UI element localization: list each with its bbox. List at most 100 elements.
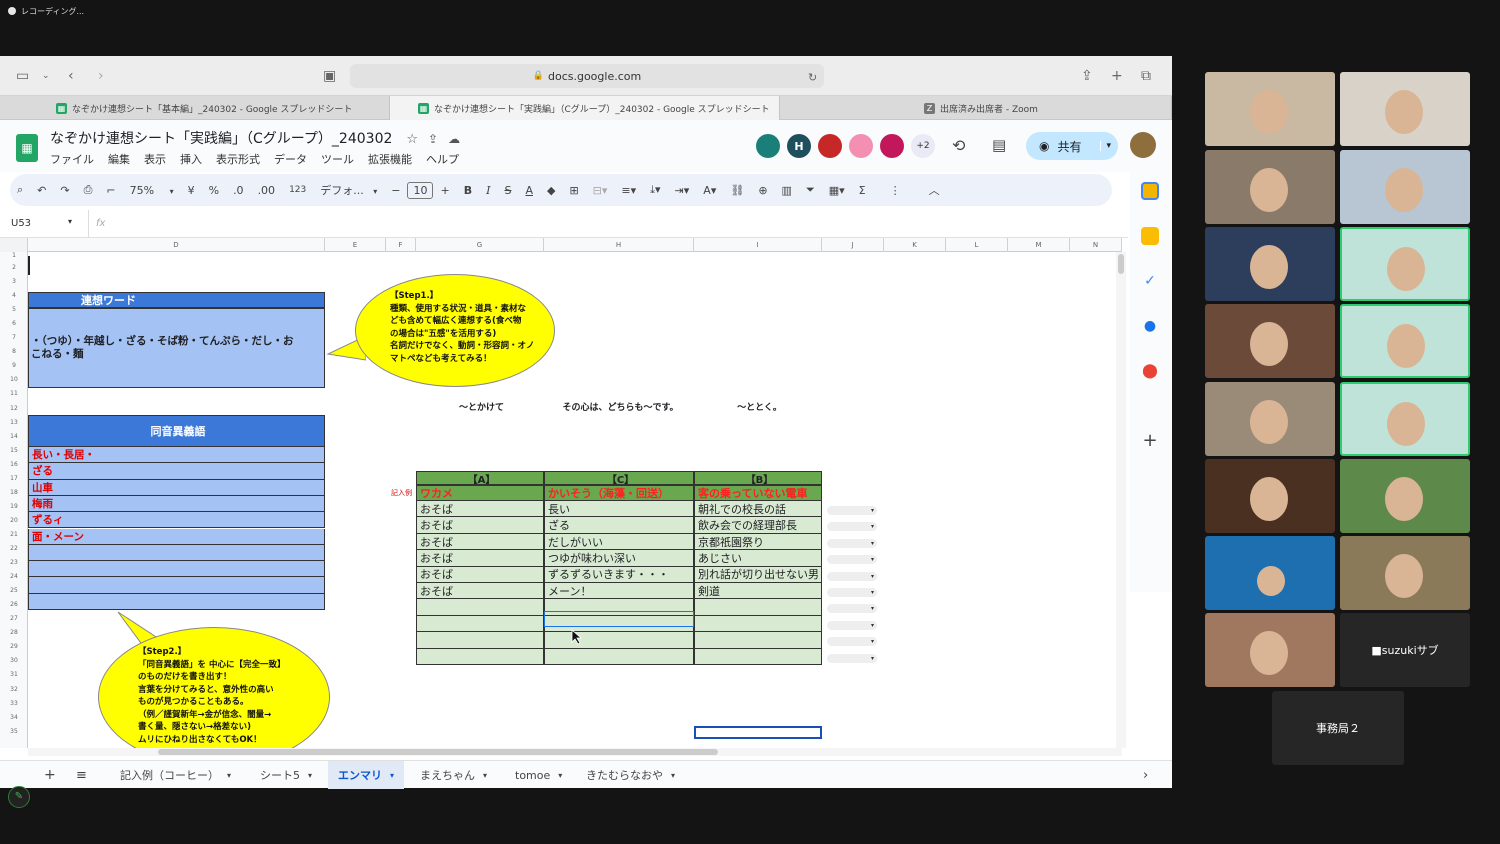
tab-overview-icon[interactable]: ⧉: [1141, 68, 1151, 84]
insert-link-icon[interactable]: ⛓: [723, 184, 751, 197]
more-formats-button[interactable]: 123: [282, 185, 313, 195]
menu-format[interactable]: 表示形式: [216, 151, 260, 167]
edit-pencil-icon[interactable]: ✎: [8, 786, 30, 808]
dropdown-chip[interactable]: ▾: [827, 653, 877, 663]
table-cell[interactable]: [694, 615, 822, 633]
homonym-row[interactable]: 面・メーン: [28, 528, 325, 545]
redo-icon[interactable]: ↷: [53, 184, 76, 197]
get-addons-icon[interactable]: +: [1141, 432, 1159, 450]
tab-practice-sheet[interactable]: ▦ なぞかけ連想シート「実践編」（Cグループ）_240302 - Google ス…: [390, 96, 780, 120]
table-cell[interactable]: あじさい: [694, 550, 822, 567]
search-icon[interactable]: ⌕: [10, 183, 30, 197]
menu-file[interactable]: ファイル: [50, 151, 94, 167]
filter-views-icon[interactable]: ▦▾: [822, 184, 852, 197]
sheet-grid[interactable]: 連想ワード ・（つゆ）・年越し・ざる・そば粉・てんぷら・だし・お こねる・麺 【…: [28, 252, 1122, 748]
collaborator-avatar[interactable]: [880, 134, 904, 158]
move-icon[interactable]: ⇪: [428, 132, 438, 146]
new-tab-icon[interactable]: +: [1111, 68, 1123, 84]
menu-insert[interactable]: 挿入: [180, 151, 202, 167]
sheet-tab[interactable]: まえちゃん ▾: [410, 761, 497, 789]
address-bar[interactable]: 🔒 docs.google.com: [350, 64, 824, 88]
table-cell[interactable]: [416, 599, 544, 616]
all-sheets-icon[interactable]: ≡: [76, 761, 87, 789]
share-button[interactable]: ◉ 共有 ▾: [1026, 132, 1118, 160]
calendar-icon[interactable]: [1141, 182, 1159, 200]
collaborator-avatar[interactable]: H: [787, 134, 811, 158]
table-cell[interactable]: [694, 599, 822, 616]
filter-icon[interactable]: ⏷: [799, 183, 822, 197]
chevron-down-icon[interactable]: ▾: [227, 771, 231, 780]
comment-icon[interactable]: ▤: [992, 136, 1006, 154]
homonym-row[interactable]: [28, 544, 325, 562]
selected-cell[interactable]: [544, 611, 694, 627]
menu-tools[interactable]: ツール: [321, 151, 354, 167]
column-header-cell[interactable]: L: [946, 238, 1008, 252]
homonym-row[interactable]: 梅雨: [28, 495, 325, 513]
homonym-row[interactable]: [28, 561, 325, 578]
more-icon[interactable]: ⋮: [883, 184, 908, 197]
participant-video[interactable]: [1205, 382, 1335, 456]
sheet-tab[interactable]: きたむらなおや ▾: [576, 761, 685, 789]
table-header-c[interactable]: 【C】: [544, 471, 694, 485]
column-header-cell[interactable]: K: [884, 238, 946, 252]
row-header-cell[interactable]: 1: [0, 252, 28, 260]
menu-view[interactable]: 表示: [144, 151, 166, 167]
share-dropdown-icon[interactable]: ▾: [1099, 141, 1111, 151]
font-size-increase-icon[interactable]: +: [433, 184, 456, 197]
contacts-icon[interactable]: ●: [1141, 317, 1159, 335]
collaborator-avatar[interactable]: [849, 134, 873, 158]
column-header-cell[interactable]: I: [694, 238, 822, 252]
name-box-dropdown-icon[interactable]: ▾: [68, 217, 72, 226]
participant-video[interactable]: [1205, 304, 1335, 378]
row-header-cell[interactable]: 35: [0, 724, 28, 740]
currency-button[interactable]: ¥: [181, 184, 202, 197]
table-cell[interactable]: [694, 648, 822, 665]
participant-video[interactable]: [1340, 536, 1470, 610]
table-cell[interactable]: おそば: [416, 501, 544, 518]
column-header-cell[interactable]: H: [544, 238, 694, 252]
add-sheet-icon[interactable]: +: [44, 761, 56, 789]
example-cell[interactable]: ワカメ: [416, 485, 544, 501]
example-cell[interactable]: かいそう（海藻・回送）: [544, 485, 694, 501]
table-cell[interactable]: おそば: [416, 583, 544, 600]
scroll-thumb[interactable]: [158, 749, 718, 755]
reload-icon[interactable]: ↻: [808, 70, 817, 86]
text-rotation-icon[interactable]: A▾: [696, 184, 723, 197]
column-header-cell[interactable]: D: [28, 238, 325, 252]
dropdown-chip[interactable]: ▾: [827, 620, 877, 630]
table-cell[interactable]: おそば: [416, 550, 544, 567]
text-color-icon[interactable]: A: [518, 184, 540, 197]
more-collaborators-badge[interactable]: +2: [911, 134, 935, 158]
participant-video[interactable]: [1205, 613, 1335, 687]
zoom-select[interactable]: 75% ▾: [123, 184, 181, 197]
homonym-row[interactable]: 長い・長居・: [28, 447, 325, 464]
homonym-row[interactable]: 山車: [28, 479, 325, 496]
column-header-cell[interactable]: G: [416, 238, 544, 252]
strikethrough-icon[interactable]: S: [497, 184, 518, 197]
vertical-scrollbar[interactable]: [1116, 252, 1126, 748]
paint-format-icon[interactable]: ⌐: [99, 184, 122, 197]
participant-video[interactable]: [1205, 72, 1335, 146]
dropdown-chip[interactable]: ▾: [827, 571, 877, 581]
participant-video[interactable]: [1340, 382, 1470, 456]
chevron-down-icon[interactable]: ▾: [558, 771, 562, 780]
table-cell[interactable]: [694, 632, 822, 649]
horizontal-scrollbar[interactable]: [28, 748, 1122, 756]
participant-video[interactable]: [1340, 304, 1470, 378]
collapse-toolbar-icon[interactable]: ︿: [922, 182, 947, 198]
document-title[interactable]: なぞかけ連想シート「実践編」（Cグループ）_240302 ☆ ⇪ ☁: [50, 128, 460, 148]
homonym-header[interactable]: 同音異義語: [28, 415, 325, 447]
table-cell[interactable]: 京都祇園祭り: [694, 533, 822, 551]
share-icon[interactable]: ⇪: [1081, 68, 1093, 84]
cloud-icon[interactable]: ☁: [448, 132, 460, 146]
table-cell[interactable]: 飲み会での経理部長: [694, 517, 822, 534]
participant-video[interactable]: [1205, 536, 1335, 610]
vertical-align-icon[interactable]: ⤓▾: [643, 183, 667, 197]
chevron-down-icon[interactable]: ⌄: [42, 68, 50, 84]
percent-button[interactable]: %: [202, 184, 226, 197]
chevron-down-icon[interactable]: ▾: [390, 771, 394, 780]
menu-data[interactable]: データ: [274, 151, 307, 167]
scroll-thumb[interactable]: [1118, 254, 1124, 274]
back-icon[interactable]: ‹: [68, 68, 74, 84]
decrease-decimal-button[interactable]: .0: [226, 184, 251, 197]
